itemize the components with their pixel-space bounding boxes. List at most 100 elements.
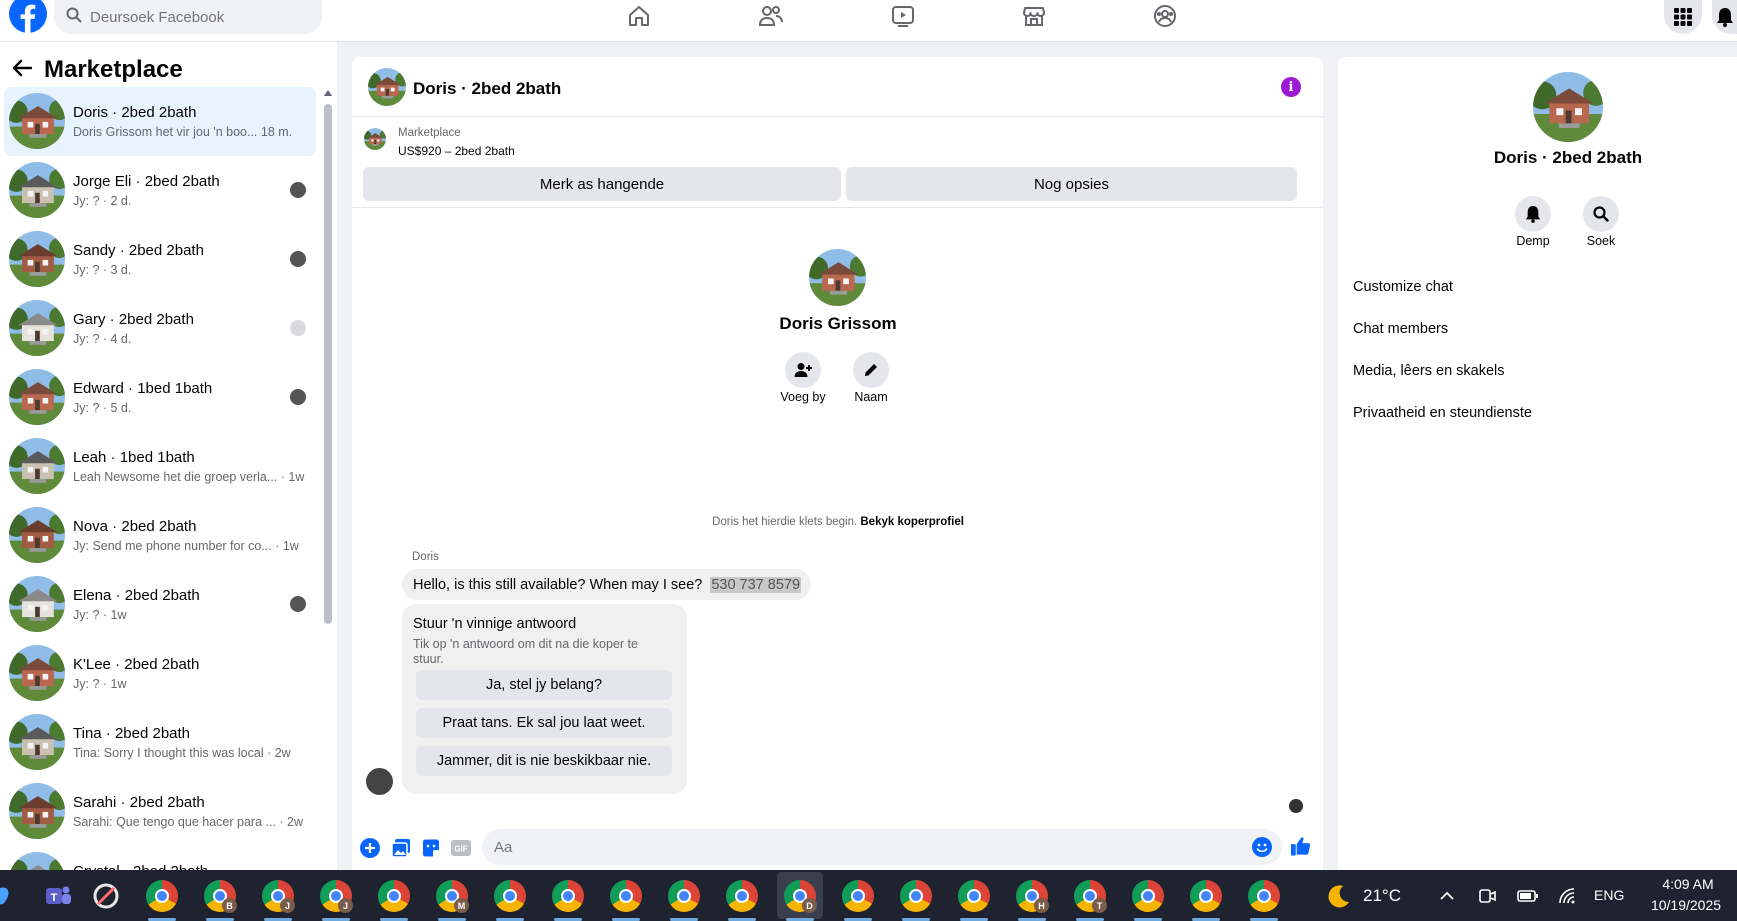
chrome-profile-icon[interactable] xyxy=(900,880,932,912)
conversation-item[interactable]: Doris · 2bed 2bath Doris Grissom het vir … xyxy=(4,87,316,156)
message-bubble[interactable]: Hello, is this still available? When may… xyxy=(402,569,812,600)
back-arrow-icon[interactable] xyxy=(12,59,33,82)
conversation-item[interactable]: Leah · 1bed 1bath Leah Newsome het die gr… xyxy=(4,432,316,501)
marketplace-icon[interactable] xyxy=(1017,2,1051,30)
message-input-field[interactable] xyxy=(482,829,1282,865)
chrome-profile-icon[interactable] xyxy=(1132,880,1164,912)
chrome-profile-icon[interactable]: D xyxy=(784,880,817,913)
chrome-profile-icon[interactable] xyxy=(726,880,758,912)
clock-date[interactable]: 10/19/2025 xyxy=(1636,897,1736,913)
chrome-profile-icon[interactable] xyxy=(494,880,526,912)
meet-now-icon[interactable] xyxy=(1477,886,1497,906)
chrome-profile-icon[interactable] xyxy=(378,880,410,912)
sender-avatar[interactable] xyxy=(366,768,393,795)
add-person-icon[interactable] xyxy=(785,352,821,388)
like-icon[interactable] xyxy=(1290,835,1311,856)
search-icon[interactable] xyxy=(1583,196,1619,232)
conversation-item[interactable]: Gary · 2bed 2bath Jy: ? · 4 d. xyxy=(4,294,316,363)
mark-pending-button[interactable]: Merk as hangende xyxy=(363,167,841,201)
chrome-profile-icon[interactable] xyxy=(668,880,700,912)
chrome-profile-icon[interactable] xyxy=(552,880,584,912)
conversation-snippet: Jy: ? · 2 d. xyxy=(73,194,132,208)
battery-icon[interactable] xyxy=(1517,886,1538,906)
chat-avatar[interactable] xyxy=(368,68,406,106)
message-sender: Doris xyxy=(412,551,439,563)
chat-title[interactable]: Doris · 2bed 2bath xyxy=(413,79,561,99)
scroll-up-arrow[interactable] xyxy=(324,90,332,96)
video-icon[interactable] xyxy=(886,2,920,30)
menu-grid-icon[interactable] xyxy=(1664,0,1702,34)
chat-members-link[interactable]: Chat members xyxy=(1353,321,1448,337)
listing-thumbnail[interactable] xyxy=(364,128,386,150)
conversation-item[interactable]: Nova · 2bed 2bath Jy: Send me phone numbe… xyxy=(4,501,316,570)
search-input[interactable] xyxy=(90,8,290,26)
chrome-profile-icon[interactable] xyxy=(1190,880,1222,912)
snipping-tool-icon[interactable] xyxy=(92,882,120,910)
chrome-profile-icon[interactable]: H xyxy=(1016,880,1049,913)
emoji-icon[interactable] xyxy=(1252,837,1272,862)
scroll-thumb[interactable] xyxy=(324,104,332,624)
weather-temperature[interactable]: 21°C xyxy=(1363,886,1401,906)
groups-icon[interactable] xyxy=(1148,2,1182,30)
chrome-profile-icon[interactable] xyxy=(610,880,642,912)
conversation-avatar xyxy=(9,645,65,701)
message-input[interactable] xyxy=(494,838,1234,856)
clock-time[interactable]: 4:09 AM xyxy=(1648,876,1728,892)
conversation-item[interactable]: Edward · 1bed 1bath Jy: ? · 5 d. xyxy=(4,363,316,432)
chrome-center-dot xyxy=(619,889,633,903)
plus-icon[interactable] xyxy=(359,837,380,858)
conversation-snippet: Jy: ? · 3 d. xyxy=(73,263,132,277)
search-bar[interactable] xyxy=(54,0,322,34)
conversation-item[interactable]: Sarahi · 2bed 2bath Sarahi: Que tengo que… xyxy=(4,777,316,846)
facebook-logo[interactable] xyxy=(8,0,48,34)
chrome-center-dot xyxy=(967,889,981,903)
conversation-item[interactable]: Tina · 2bed 2bath Tina: Sorry I thought t… xyxy=(4,708,316,777)
conversation-name: K'Lee · 2bed 2bath xyxy=(73,656,200,673)
media-files-links[interactable]: Media, lêers en skakels xyxy=(1353,363,1505,379)
phone-number[interactable]: 530 737 8579 xyxy=(710,576,802,593)
chrome-profile-icon[interactable] xyxy=(842,880,874,912)
sticker-icon[interactable] xyxy=(420,837,441,858)
quick-reply-option[interactable]: Jammer, dit is nie beskikbaar nie. xyxy=(416,746,672,776)
teams-icon[interactable]: T xyxy=(44,882,72,910)
chrome-profile-icon[interactable] xyxy=(958,880,990,912)
conversation-item[interactable]: Sandy · 2bed 2bath Jy: ? · 3 d. xyxy=(4,225,316,294)
more-options-button[interactable]: Nog opsies xyxy=(846,167,1297,201)
contact-avatar[interactable] xyxy=(809,249,866,306)
chevron-up-icon[interactable] xyxy=(1437,886,1457,906)
copilot-icon[interactable] xyxy=(0,884,12,908)
notifications-icon[interactable] xyxy=(1712,0,1737,34)
chrome-profile-icon[interactable] xyxy=(1248,880,1280,912)
chrome-profile-icon[interactable]: T xyxy=(1074,880,1107,913)
listing-price[interactable]: US$920 – 2bed 2bath xyxy=(398,144,515,158)
conversation-avatar xyxy=(9,507,65,563)
privacy-support-link[interactable]: Privaatheid en steundienste xyxy=(1353,405,1532,421)
conversation-item[interactable]: Elena · 2bed 2bath Jy: ? · 1w xyxy=(4,570,316,639)
bell-icon[interactable] xyxy=(1515,196,1551,232)
conversation-name: Nova · 2bed 2bath xyxy=(73,518,197,535)
chrome-profile-icon[interactable]: J xyxy=(320,880,353,913)
profile-badge: D xyxy=(802,898,817,913)
chrome-profile-icon[interactable]: M xyxy=(436,880,469,913)
chrome-profile-icon[interactable]: B xyxy=(204,880,237,913)
photo-icon[interactable] xyxy=(390,837,411,858)
sidebar-title: Marketplace xyxy=(44,56,183,83)
customize-chat-link[interactable]: Customize chat xyxy=(1353,279,1453,295)
conversation-item[interactable]: Crystal · 2bed 2bath xyxy=(4,846,316,870)
chrome-profile-icon[interactable]: J xyxy=(262,880,295,913)
input-language[interactable]: ENG xyxy=(1594,887,1624,903)
quick-reply-option[interactable]: Praat tans. Ek sal jou laat weet. xyxy=(416,708,672,738)
quick-reply-option[interactable]: Ja, stel jy belang? xyxy=(416,670,672,700)
chrome-profile-icon[interactable] xyxy=(146,880,178,912)
edit-name-icon[interactable] xyxy=(853,352,889,388)
info-icon[interactable]: i xyxy=(1281,77,1301,97)
sidebar-scrollbar[interactable] xyxy=(324,90,332,630)
conversation-item[interactable]: K'Lee · 2bed 2bath Jy: ? · 1w xyxy=(4,639,316,708)
gif-icon[interactable]: GIF xyxy=(450,837,471,858)
conversation-item[interactable]: Jorge Eli · 2bed 2bath Jy: ? · 2 d. xyxy=(4,156,316,225)
view-buyer-profile-link[interactable]: Bekyk koperprofiel xyxy=(860,516,964,528)
friends-icon[interactable] xyxy=(754,2,788,30)
details-avatar[interactable] xyxy=(1533,72,1603,142)
home-icon[interactable] xyxy=(622,2,656,30)
wifi-icon[interactable] xyxy=(1557,886,1577,906)
